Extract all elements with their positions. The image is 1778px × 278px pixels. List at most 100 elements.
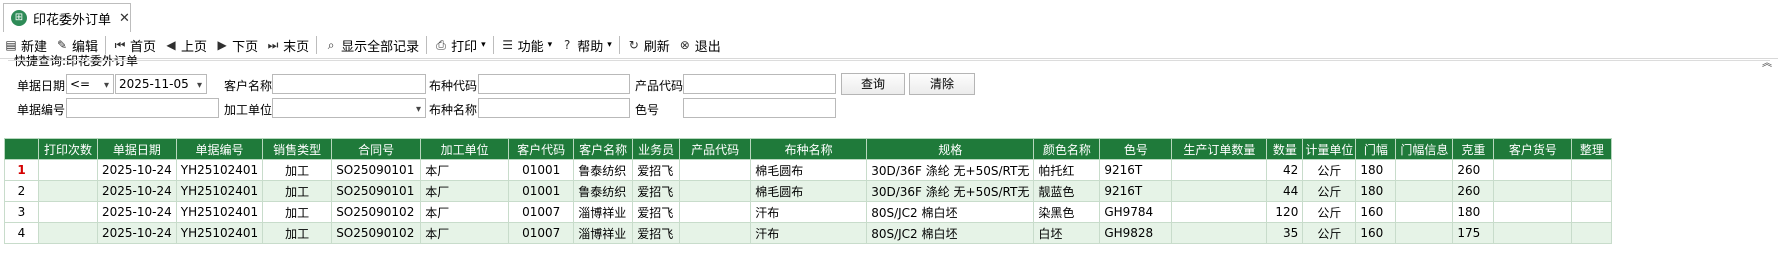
table-row[interactable]: 3 2025-10-24 YH25102401 加工 SO25090102 本厂 01007…	[4, 201, 1613, 223]
table-cell[interactable]: 白坯	[1033, 222, 1101, 244]
table-cell[interactable]: 爱招飞	[632, 180, 681, 202]
table-cell[interactable]: 爱招飞	[632, 159, 681, 181]
table-cell[interactable]: 公斤	[1302, 159, 1357, 181]
table-cell[interactable]: 本厂	[420, 159, 510, 181]
table-cell[interactable]: 加工	[262, 201, 333, 223]
column-header[interactable]: 计量单位	[1302, 138, 1357, 160]
table-cell[interactable]: 01007	[508, 222, 575, 244]
table-cell[interactable]: 鲁泰纺织	[573, 180, 634, 202]
table-cell[interactable]: 35	[1266, 222, 1304, 244]
column-header[interactable]: 客户代码	[508, 138, 575, 160]
table-cell[interactable]: 公斤	[1302, 222, 1357, 244]
table-cell[interactable]: 2025-10-24	[97, 222, 177, 244]
table-cell[interactable]	[1395, 222, 1454, 244]
table-cell[interactable]: YH25102401	[175, 180, 264, 202]
table-cell[interactable]: GH9784	[1099, 201, 1173, 223]
table-cell[interactable]	[1171, 201, 1268, 223]
table-cell[interactable]: SO25090101	[331, 180, 422, 202]
table-cell[interactable]: 9216T	[1099, 180, 1173, 202]
table-cell[interactable]	[1171, 222, 1268, 244]
table-cell[interactable]: 2025-10-24	[97, 180, 177, 202]
row-number[interactable]: 1	[4, 159, 39, 181]
table-cell[interactable]	[1493, 222, 1573, 244]
table-cell[interactable]: 加工	[262, 180, 333, 202]
table-cell[interactable]: 260	[1452, 180, 1495, 202]
tab-print-outsource-order[interactable]: ⊞ 印花委外订单 ✕	[3, 3, 131, 32]
table-cell[interactable]	[679, 222, 752, 244]
table-cell[interactable]	[679, 180, 752, 202]
column-header[interactable]: 布种名称	[750, 138, 868, 160]
table-row[interactable]: 2 2025-10-24 YH25102401 加工 SO25090101 本厂 01001…	[4, 180, 1613, 202]
column-header[interactable]: 数量	[1266, 138, 1304, 160]
table-cell[interactable]	[679, 159, 752, 181]
date-operator-select[interactable]: <= ▾	[66, 74, 114, 94]
table-cell[interactable]: 30D/36F 涤纶 无+50S/RT无	[866, 159, 1035, 181]
table-cell[interactable]: 染黑色	[1033, 201, 1101, 223]
table-cell[interactable]: 160	[1355, 222, 1397, 244]
table-cell[interactable]: 160	[1355, 201, 1397, 223]
table-cell[interactable]	[1571, 201, 1613, 223]
table-cell[interactable]	[38, 159, 98, 181]
table-cell[interactable]	[1395, 159, 1454, 181]
table-cell[interactable]: 本厂	[420, 180, 510, 202]
table-cell[interactable]: 加工	[262, 222, 333, 244]
column-header[interactable]: 销售类型	[262, 138, 333, 160]
table-row[interactable]: 1 2025-10-24 YH25102401 加工 SO25090101 本厂 01001…	[4, 159, 1613, 181]
column-header[interactable]: 规格	[866, 138, 1035, 160]
table-cell[interactable]	[1395, 201, 1454, 223]
column-header[interactable]: 业务员	[632, 138, 681, 160]
table-cell[interactable]: 爱招飞	[632, 222, 681, 244]
table-cell[interactable]: 爱招飞	[632, 201, 681, 223]
fabric-code-input[interactable]	[478, 74, 630, 94]
table-cell[interactable]: 42	[1266, 159, 1304, 181]
color-input[interactable]	[683, 98, 836, 118]
product-code-input[interactable]	[683, 74, 836, 94]
refresh-button[interactable]: ↻ 刷新	[623, 34, 674, 56]
table-cell[interactable]: 180	[1355, 180, 1397, 202]
table-cell[interactable]: YH25102401	[175, 222, 264, 244]
last-page-button[interactable]: ⏭ 末页	[262, 34, 313, 56]
table-cell[interactable]	[38, 222, 98, 244]
table-cell[interactable]	[1493, 201, 1573, 223]
column-header[interactable]: 整理	[1571, 138, 1613, 160]
help-button[interactable]: ? 帮助 ▾	[556, 34, 616, 56]
date-picker[interactable]: 2025-11-05 ▾	[115, 74, 207, 94]
table-cell[interactable]: SO25090102	[331, 222, 422, 244]
table-cell[interactable]: SO25090102	[331, 201, 422, 223]
column-header[interactable]: 产品代码	[679, 138, 752, 160]
table-cell[interactable]: 2025-10-24	[97, 159, 177, 181]
table-cell[interactable]: 175	[1452, 222, 1495, 244]
table-cell[interactable]: 淄博祥业	[573, 201, 634, 223]
column-header[interactable]: 单据编号	[175, 138, 264, 160]
table-cell[interactable]	[1493, 159, 1573, 181]
exit-button[interactable]: ⊗ 退出	[674, 34, 725, 56]
table-cell[interactable]	[38, 180, 98, 202]
query-button[interactable]: 查询	[841, 73, 905, 95]
table-cell[interactable]	[1493, 180, 1573, 202]
table-cell[interactable]: 汗布	[750, 222, 868, 244]
next-page-button[interactable]: ▶ 下页	[211, 34, 262, 56]
table-cell[interactable]: SO25090101	[331, 159, 422, 181]
table-cell[interactable]: 帕托红	[1033, 159, 1101, 181]
table-cell[interactable]: YH25102401	[175, 201, 264, 223]
table-cell[interactable]	[1571, 180, 1613, 202]
table-cell[interactable]: YH25102401	[175, 159, 264, 181]
table-cell[interactable]: 180	[1355, 159, 1397, 181]
table-cell[interactable]: 棉毛圆布	[750, 180, 868, 202]
table-cell[interactable]: 80S/JC2 棉白坯	[866, 201, 1035, 223]
column-header[interactable]: 生产订单数量	[1171, 138, 1268, 160]
table-cell[interactable]: 靓蓝色	[1033, 180, 1101, 202]
column-header[interactable]: 门幅信息	[1395, 138, 1454, 160]
table-row[interactable]: 4 2025-10-24 YH25102401 加工 SO25090102 本厂 01007…	[4, 222, 1613, 244]
column-header[interactable]: 色号	[1099, 138, 1173, 160]
column-header[interactable]: 打印次数	[38, 138, 98, 160]
table-cell[interactable]	[1171, 180, 1268, 202]
table-cell[interactable]	[1395, 180, 1454, 202]
row-number[interactable]: 2	[4, 180, 39, 202]
column-header[interactable]: 单据日期	[97, 138, 177, 160]
fabric-name-input[interactable]	[478, 98, 630, 118]
table-cell[interactable]: 2025-10-24	[97, 201, 177, 223]
column-header[interactable]: 合同号	[331, 138, 422, 160]
table-cell[interactable]	[679, 201, 752, 223]
table-cell[interactable]: 9216T	[1099, 159, 1173, 181]
